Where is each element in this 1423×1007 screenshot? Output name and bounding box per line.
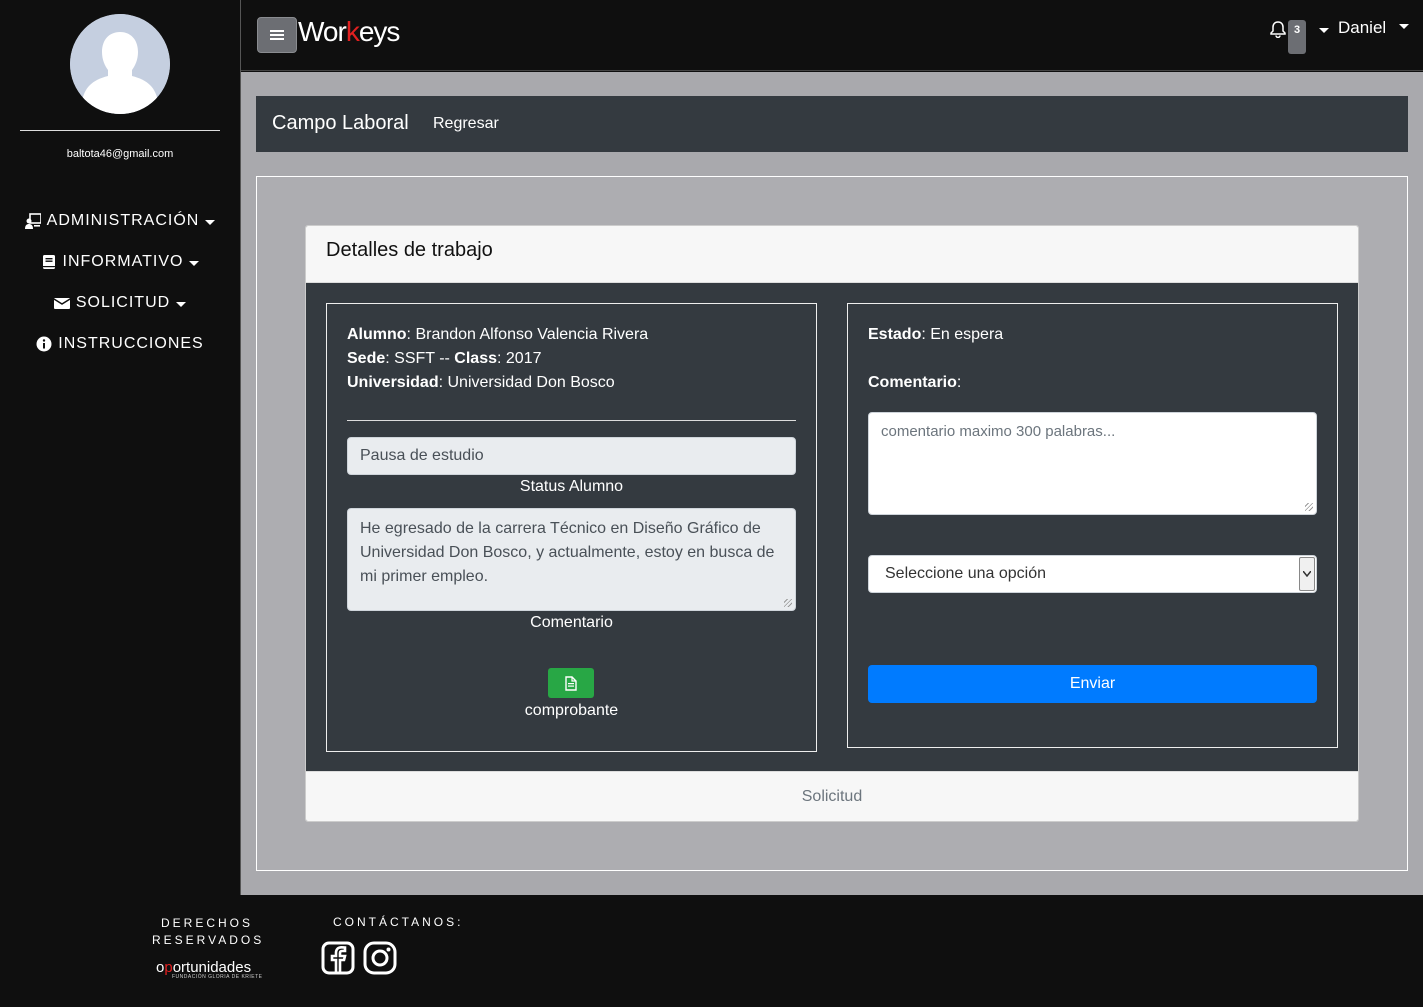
social-links <box>321 941 397 975</box>
sidebar-item-label: INSTRUCCIONES <box>58 334 204 352</box>
card-footer: Solicitud <box>306 771 1358 821</box>
rights-line: RESERVADOS <box>152 933 265 947</box>
sidebar-item-solicitud[interactable]: SOLICITUD <box>0 282 240 323</box>
page-header: Campo Laboral Regresar <box>256 96 1408 152</box>
card-title: Detalles de trabajo <box>326 239 493 261</box>
estado-label: Estado <box>868 326 922 343</box>
sidebar-item-label: ADMINISTRACIÓN <box>46 211 200 229</box>
brand-text: eys <box>358 16 401 47</box>
sidebar-item-instrucciones[interactable]: INSTRUCCIONES <box>0 323 240 364</box>
sede-label: Sede <box>347 350 386 367</box>
status-alumno-label: Status Alumno <box>519 478 624 495</box>
alumno-value: : Brandon Alfonso Valencia Rivera <box>406 326 649 343</box>
user-silhouette-icon <box>70 14 170 114</box>
back-link[interactable]: Regresar <box>433 115 499 133</box>
comprobante-label: comprobante <box>524 702 619 719</box>
estado-value: : En espera <box>921 326 1004 343</box>
sidebar-item-label: INFORMATIVO <box>62 252 184 270</box>
book-icon <box>41 254 57 270</box>
rights-line: DERECHOS <box>160 916 253 930</box>
sidebar-item-administracion[interactable]: ADMINISTRACIÓN <box>0 200 240 241</box>
file-text-icon <box>565 675 577 691</box>
brand-logo[interactable]: Workeys <box>298 16 401 48</box>
comentario-heading: Comentario: <box>868 374 961 392</box>
review-panel: Estado: En espera Comentario: comentario… <box>847 303 1338 748</box>
user-email: baltota46@gmail.com <box>66 148 174 160</box>
info-circle-icon <box>36 336 52 352</box>
caret-down-icon <box>176 301 187 307</box>
menu-toggle-button[interactable] <box>257 17 297 53</box>
info-divider <box>347 420 796 421</box>
logo-subtitle: FUNDACIÓN GLORIA DE KRIETE <box>172 974 263 980</box>
caret-down-icon <box>1398 24 1409 30</box>
user-name: Daniel <box>1338 18 1387 37</box>
class-label: Class <box>454 350 497 367</box>
sede-value: : SSFT -- <box>385 350 455 367</box>
user-dropdown[interactable]: Daniel <box>1338 18 1409 38</box>
comentario-label: Comentario <box>530 614 613 631</box>
resize-handle-icon <box>1305 503 1313 511</box>
alumno-line: Alumno: Brandon Alfonso Valencia Rivera <box>347 326 648 344</box>
status-select[interactable]: Seleccione una opción <box>868 555 1317 593</box>
sidebar: baltota46@gmail.com ADMINISTRACIÓN INFOR… <box>0 0 240 895</box>
sidebar-menu: ADMINISTRACIÓN INFORMATIVO SOLICITUD INS… <box>0 200 240 364</box>
bell-icon[interactable] <box>1269 20 1287 38</box>
rights-text: DERECHOS RESERVADOS <box>152 915 262 949</box>
sidebar-divider <box>20 130 220 131</box>
class-value: : 2017 <box>497 350 542 367</box>
select-value: Seleccione una opción <box>885 565 1047 582</box>
resize-handle-icon <box>784 599 792 607</box>
comment-placeholder: comentario maximo 300 palabras... <box>881 423 1116 440</box>
envelope-icon <box>53 295 70 311</box>
topbar: Workeys 3 Daniel <box>241 0 1423 71</box>
universidad-value: : Universidad Don Bosco <box>438 374 615 391</box>
contact-heading: CONTÁCTANOS: <box>333 915 464 929</box>
brand-text: Wor <box>298 16 347 47</box>
facebook-icon[interactable] <box>321 941 355 975</box>
alumno-label: Alumno <box>347 326 407 343</box>
chevron-down-icon <box>1299 557 1315 591</box>
estado-line: Estado: En espera <box>868 326 1003 344</box>
comentario-heading-suffix: : <box>956 374 962 391</box>
universidad-line: Universidad: Universidad Don Bosco <box>347 374 615 392</box>
sede-line: Sede: SSFT -- Class: 2017 <box>347 350 541 368</box>
comprobante-button[interactable] <box>548 668 594 698</box>
hamburger-icon <box>270 30 284 40</box>
instagram-icon[interactable] <box>363 941 397 975</box>
notification-badge: 3 <box>1288 20 1306 54</box>
user-desk-icon <box>24 212 41 229</box>
comentario-field: He egresado de la carrera Técnico en Dis… <box>347 508 796 611</box>
main-content: Campo Laboral Regresar Detalles de traba… <box>241 72 1423 895</box>
notifications-dropdown-caret-icon[interactable] <box>1319 28 1329 33</box>
comment-textarea[interactable]: comentario maximo 300 palabras... <box>868 412 1317 515</box>
card-header: Detalles de trabajo <box>306 226 1358 283</box>
student-info-panel: Alumno: Brandon Alfonso Valencia Rivera … <box>326 303 817 752</box>
sidebar-item-informativo[interactable]: INFORMATIVO <box>0 241 240 282</box>
universidad-label: Universidad <box>347 374 439 391</box>
page-title: Campo Laboral <box>272 112 409 134</box>
send-button[interactable]: Enviar <box>868 665 1317 703</box>
status-alumno-field: Pausa de estudio <box>347 437 796 475</box>
caret-down-icon <box>205 219 216 225</box>
page-footer: DERECHOS RESERVADOS oportunidades FUNDAC… <box>0 895 1423 1007</box>
comentario-text: He egresado de la carrera Técnico en Dis… <box>360 520 775 585</box>
job-details-card: Detalles de trabajo Alumno: Brandon Alfo… <box>305 225 1359 822</box>
brand-accent-letter: k <box>345 16 360 47</box>
content-container: Detalles de trabajo Alumno: Brandon Alfo… <box>256 176 1408 871</box>
comentario-heading-label: Comentario <box>868 374 957 391</box>
sidebar-item-label: SOLICITUD <box>75 293 171 311</box>
avatar <box>70 14 170 114</box>
caret-down-icon <box>189 260 200 266</box>
